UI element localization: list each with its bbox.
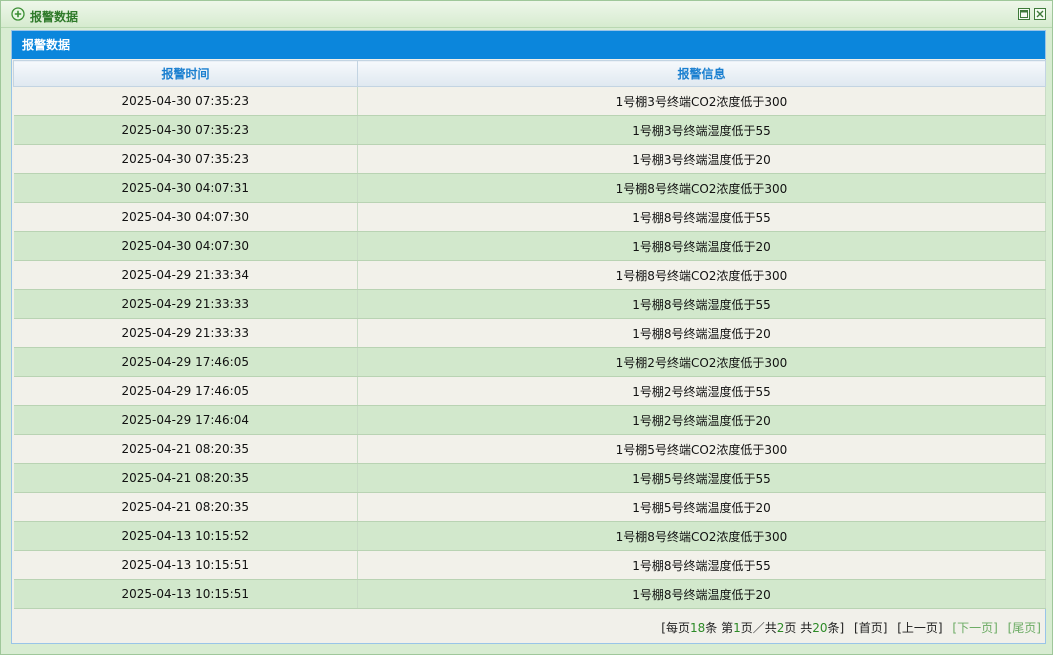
alarm-info-cell: 1号棚8号终端温度低于20 bbox=[357, 579, 1046, 609]
alarm-time-cell: 2025-04-30 04:07:31 bbox=[13, 173, 358, 203]
pager-records-suffix: 条] bbox=[827, 621, 845, 635]
maximize-icon bbox=[1020, 10, 1028, 18]
pager-per-page-prefix: [每页 bbox=[661, 621, 690, 635]
pager-current-page: 1 bbox=[733, 621, 741, 635]
alarm-info-cell: 1号棚3号终端CO2浓度低于300 bbox=[357, 86, 1046, 116]
alarm-info-cell: 1号棚3号终端湿度低于55 bbox=[357, 115, 1046, 145]
first-page-link[interactable]: [首页] bbox=[854, 621, 887, 635]
table-row[interactable]: 2025-04-13 10:15:52 1号棚8号终端CO2浓度低于300 bbox=[13, 521, 1046, 551]
alarm-info-cell: 1号棚5号终端CO2浓度低于300 bbox=[357, 434, 1046, 464]
alarm-time-cell: 2025-04-13 10:15:51 bbox=[13, 579, 358, 609]
alarm-time-cell: 2025-04-13 10:15:51 bbox=[13, 550, 358, 580]
alarm-time-cell: 2025-04-30 07:35:23 bbox=[13, 144, 358, 174]
panel-title: 报警数据 bbox=[12, 31, 1045, 59]
alarm-time-cell: 2025-04-30 04:07:30 bbox=[13, 231, 358, 261]
table-row[interactable]: 2025-04-21 08:20:35 1号棚5号终端CO2浓度低于300 bbox=[13, 434, 1046, 464]
pagination-bar: [每页18条 第1页／共2页 共20条] [首页] [上一页] [下一页] [尾… bbox=[13, 614, 1045, 643]
table-row[interactable]: 2025-04-13 10:15:51 1号棚8号终端湿度低于55 bbox=[13, 550, 1046, 580]
pager-per-page: 18 bbox=[689, 621, 706, 635]
table-row[interactable]: 2025-04-30 07:35:23 1号棚3号终端湿度低于55 bbox=[13, 115, 1046, 145]
alarm-time-cell: 2025-04-29 21:33:33 bbox=[13, 289, 358, 319]
table-row[interactable]: 2025-04-30 07:35:23 1号棚3号终端CO2浓度低于300 bbox=[13, 86, 1046, 116]
column-header-time[interactable]: 报警时间 bbox=[13, 60, 358, 87]
alarm-time-cell: 2025-04-29 17:46:04 bbox=[13, 405, 358, 435]
table-row[interactable]: 2025-04-30 04:07:30 1号棚8号终端湿度低于55 bbox=[13, 202, 1046, 232]
pager-page-mid: 页／共 bbox=[740, 621, 777, 635]
alarm-time-cell: 2025-04-30 07:35:23 bbox=[13, 86, 358, 116]
add-circle-icon bbox=[11, 7, 25, 21]
alarm-info-cell: 1号棚2号终端CO2浓度低于300 bbox=[357, 347, 1046, 377]
prev-page-link[interactable]: [上一页] bbox=[897, 621, 942, 635]
alarm-time-cell: 2025-04-21 08:20:35 bbox=[13, 463, 358, 493]
alarm-time-cell: 2025-04-29 17:46:05 bbox=[13, 376, 358, 406]
alarm-info-cell: 1号棚3号终端温度低于20 bbox=[357, 144, 1046, 174]
alarm-info-cell: 1号棚5号终端温度低于20 bbox=[357, 492, 1046, 522]
pager-summary: [每页18条 第1页／共2页 共20条] bbox=[661, 621, 844, 635]
alarm-info-cell: 1号棚8号终端CO2浓度低于300 bbox=[357, 173, 1046, 203]
window-title: 报警数据 bbox=[30, 10, 79, 24]
alarm-info-cell: 1号棚5号终端湿度低于55 bbox=[357, 463, 1046, 493]
alarm-info-cell: 1号棚8号终端温度低于20 bbox=[357, 318, 1046, 348]
alarm-time-cell: 2025-04-30 04:07:30 bbox=[13, 202, 358, 232]
alarm-time-cell: 2025-04-13 10:15:52 bbox=[13, 521, 358, 551]
alarm-info-cell: 1号棚8号终端CO2浓度低于300 bbox=[357, 260, 1046, 290]
alarm-data-window: 报警数据 报警数据 报警时间 报警信息 2025-04-30 07:35:23 1… bbox=[0, 0, 1053, 655]
table-row[interactable]: 2025-04-29 21:33:33 1号棚8号终端温度低于20 bbox=[13, 318, 1046, 348]
window-titlebar[interactable]: 报警数据 bbox=[1, 1, 1052, 28]
alarm-info-cell: 1号棚8号终端CO2浓度低于300 bbox=[357, 521, 1046, 551]
alarm-info-cell: 1号棚8号终端湿度低于55 bbox=[357, 289, 1046, 319]
table-row[interactable]: 2025-04-30 04:07:30 1号棚8号终端温度低于20 bbox=[13, 231, 1046, 261]
table-row[interactable]: 2025-04-30 04:07:31 1号棚8号终端CO2浓度低于300 bbox=[13, 173, 1046, 203]
table-row[interactable]: 2025-04-29 17:46:04 1号棚2号终端温度低于20 bbox=[13, 405, 1046, 435]
table-row[interactable]: 2025-04-29 17:46:05 1号棚2号终端湿度低于55 bbox=[13, 376, 1046, 406]
next-page-link[interactable]: [下一页] bbox=[952, 621, 997, 635]
close-button[interactable] bbox=[1034, 8, 1046, 20]
table-row[interactable]: 2025-04-21 08:20:35 1号棚5号终端湿度低于55 bbox=[13, 463, 1046, 493]
alarm-time-cell: 2025-04-29 21:33:33 bbox=[13, 318, 358, 348]
table-row[interactable]: 2025-04-13 10:15:51 1号棚8号终端温度低于20 bbox=[13, 579, 1046, 609]
last-page-link[interactable]: [尾页] bbox=[1008, 621, 1041, 635]
column-header-info[interactable]: 报警信息 bbox=[357, 60, 1046, 87]
alarm-info-cell: 1号棚2号终端温度低于20 bbox=[357, 405, 1046, 435]
table-row[interactable]: 2025-04-30 07:35:23 1号棚3号终端温度低于20 bbox=[13, 144, 1046, 174]
alarm-time-cell: 2025-04-29 21:33:34 bbox=[13, 260, 358, 290]
maximize-button[interactable] bbox=[1018, 8, 1030, 20]
table-header-row: 报警时间 报警信息 bbox=[13, 60, 1046, 87]
alarm-time-cell: 2025-04-29 17:46:05 bbox=[13, 347, 358, 377]
alarm-info-cell: 1号棚8号终端湿度低于55 bbox=[357, 550, 1046, 580]
alarm-info-cell: 1号棚2号终端湿度低于55 bbox=[357, 376, 1046, 406]
alarm-table: 报警时间 报警信息 2025-04-30 07:35:23 1号棚3号终端CO2浓… bbox=[13, 60, 1046, 609]
alarm-time-cell: 2025-04-21 08:20:35 bbox=[13, 492, 358, 522]
alarm-info-cell: 1号棚8号终端湿度低于55 bbox=[357, 202, 1046, 232]
close-icon bbox=[1036, 10, 1044, 18]
alarm-time-cell: 2025-04-30 07:35:23 bbox=[13, 115, 358, 145]
alarm-info-cell: 1号棚8号终端温度低于20 bbox=[357, 231, 1046, 261]
table-row[interactable]: 2025-04-21 08:20:35 1号棚5号终端温度低于20 bbox=[13, 492, 1046, 522]
alarm-panel: 报警数据 报警时间 报警信息 2025-04-30 07:35:23 1号棚3号终… bbox=[11, 30, 1046, 644]
table-row[interactable]: 2025-04-29 21:33:34 1号棚8号终端CO2浓度低于300 bbox=[13, 260, 1046, 290]
alarm-time-cell: 2025-04-21 08:20:35 bbox=[13, 434, 358, 464]
pager-total-records: 20 bbox=[812, 621, 828, 635]
table-row[interactable]: 2025-04-29 17:46:05 1号棚2号终端CO2浓度低于300 bbox=[13, 347, 1046, 377]
pager-pages-suffix: 页 共 bbox=[784, 621, 813, 635]
alarm-table-body: 2025-04-30 07:35:23 1号棚3号终端CO2浓度低于300 2025… bbox=[13, 86, 1046, 609]
pager-per-page-suffix: 条 第 bbox=[705, 621, 734, 635]
table-row[interactable]: 2025-04-29 21:33:33 1号棚8号终端湿度低于55 bbox=[13, 289, 1046, 319]
